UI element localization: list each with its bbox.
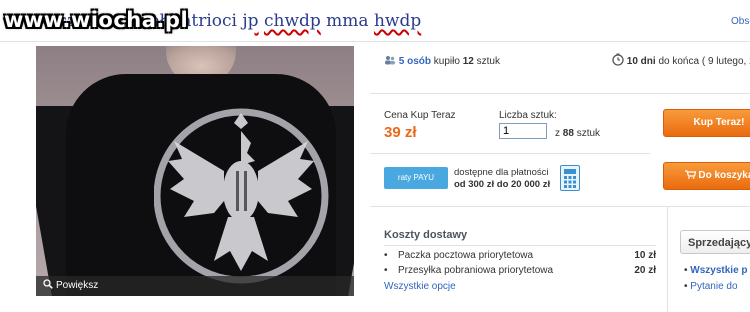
price-label: Cena Kup Teraz <box>384 110 456 121</box>
divider <box>370 93 750 94</box>
shipping-title: Koszty dostawy <box>384 229 468 241</box>
end-date: do końca ( 9 lutego, 20 <box>658 56 750 67</box>
seller-link[interactable]: • Pytanie do <box>684 281 738 292</box>
buyers-icon <box>384 56 399 67</box>
quantity-available: z 88 sztuk <box>555 128 601 139</box>
watch-link[interactable]: Obse <box>731 16 750 27</box>
price-value: 39 zł <box>384 124 417 141</box>
divider <box>667 207 668 312</box>
zoom-label: Powiększ <box>56 280 99 291</box>
add-to-cart-button[interactable]: Do koszyka <box>663 162 750 190</box>
bought-text: kupiło <box>433 56 460 67</box>
seller-link[interactable]: • Wszystkie p <box>684 265 748 276</box>
items-unit: sztuk <box>476 56 500 67</box>
installments-info: dostępne dla płatności od 300 zł do 20 0… <box>454 167 551 190</box>
divider <box>370 206 750 207</box>
payu-raty-logo: raty PAYU <box>384 167 448 189</box>
divider <box>384 245 656 246</box>
calculator-icon[interactable] <box>560 165 580 191</box>
cart-icon <box>684 170 699 181</box>
eagle-emblem-icon <box>154 108 329 284</box>
time-left: 10 dni do końca ( 9 lutego, 20 <box>612 53 750 67</box>
quantity-label: Liczba sztuk: <box>499 110 557 121</box>
watermark: www.wiocha.pl <box>4 8 189 32</box>
seller-button[interactable]: Sprzedający <box>680 230 750 254</box>
title-word-misspelled: hwdp <box>373 11 422 31</box>
items-sold-count: 12 <box>462 56 474 67</box>
quantity-input[interactable] <box>499 123 547 139</box>
title-word-misspelled: chwdp <box>263 11 321 31</box>
buyers-count[interactable]: 5 osób <box>399 56 431 67</box>
magnifier-icon <box>43 279 53 292</box>
all-shipping-options-link[interactable]: Wszystkie opcje <box>384 281 656 292</box>
divider <box>370 153 650 154</box>
purchase-stats: 5 osób kupiło 12 sztuk <box>384 55 500 67</box>
zoom-bar[interactable]: Powiększ <box>36 276 354 296</box>
title-word-misspelled: jp <box>242 11 259 31</box>
divider <box>0 41 750 42</box>
clock-icon <box>612 53 627 67</box>
days-left: 10 dni <box>626 56 656 67</box>
product-photo[interactable]: Powiększ <box>36 46 354 296</box>
buy-now-button[interactable]: Kup Teraz! <box>663 109 750 137</box>
title-word: mma <box>326 11 369 31</box>
title-bar: www.wiocha.pl Koszulka Orzeł patrioci jp… <box>0 0 750 42</box>
